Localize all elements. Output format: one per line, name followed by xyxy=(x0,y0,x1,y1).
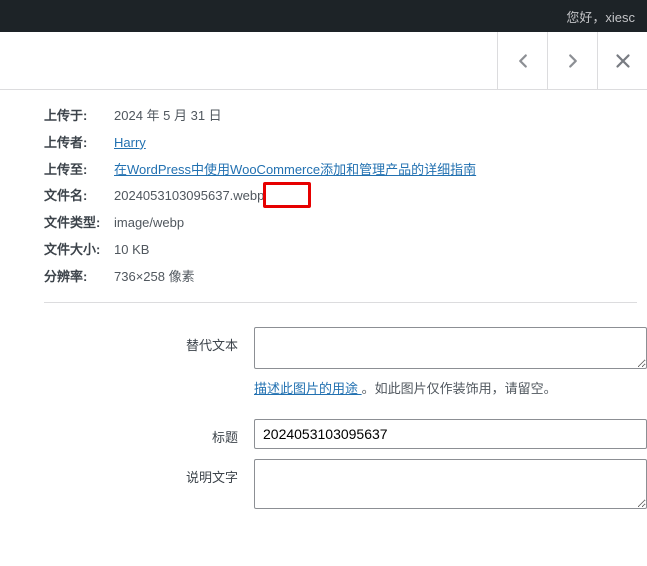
filename-label: 文件名: xyxy=(44,186,114,207)
admin-topbar: 您好，xiesc xyxy=(0,0,647,32)
chevron-right-icon xyxy=(562,50,584,72)
chevron-left-icon xyxy=(512,50,534,72)
resolution-value: 736×258 像素 xyxy=(114,267,195,288)
meta-filetype: 文件类型: image/webp xyxy=(44,213,647,234)
meta-uploaded-on: 上传于: 2024 年 5 月 31 日 xyxy=(44,106,647,127)
close-button[interactable] xyxy=(597,32,647,89)
media-nav-toolbar xyxy=(0,32,647,90)
meta-filename: 文件名: 2024053103095637.webp xyxy=(44,186,647,207)
uploaded-to-label: 上传至: xyxy=(44,160,114,181)
divider xyxy=(44,302,637,303)
filesize-value: 10 KB xyxy=(114,240,149,261)
highlight-annotation xyxy=(263,182,311,208)
caption-row: 说明文字 xyxy=(44,459,647,512)
title-row: 标题 xyxy=(44,419,647,449)
meta-uploaded-to: 上传至: 在WordPress中使用WooCommerce添加和管理产品的详细指… xyxy=(44,160,647,181)
uploaded-on-label: 上传于: xyxy=(44,106,114,127)
meta-filesize: 文件大小: 10 KB xyxy=(44,240,647,261)
close-icon xyxy=(612,50,634,72)
title-input[interactable] xyxy=(254,419,647,449)
next-button[interactable] xyxy=(547,32,597,89)
alt-text-input[interactable] xyxy=(254,327,647,369)
resolution-label: 分辨率: xyxy=(44,267,114,288)
alt-help-link[interactable]: 描述此图片的用途 xyxy=(254,381,362,396)
alt-text-label: 替代文本 xyxy=(44,327,254,354)
uploaded-on-value: 2024 年 5 月 31 日 xyxy=(114,106,222,127)
meta-uploader: 上传者: Harry xyxy=(44,133,647,154)
uploader-label: 上传者: xyxy=(44,133,114,154)
greeting-text: 您好，xiesc xyxy=(566,7,635,26)
uploaded-to-link[interactable]: 在WordPress中使用WooCommerce添加和管理产品的详细指南 xyxy=(114,162,476,177)
uploader-link[interactable]: Harry xyxy=(114,135,146,150)
prev-button[interactable] xyxy=(497,32,547,89)
attachment-details: 上传于: 2024 年 5 月 31 日 上传者: Harry 上传至: 在Wo… xyxy=(0,90,647,512)
alt-text-row: 替代文本 描述此图片的用途 。如此图片仅作装饰用，请留空。 xyxy=(44,327,647,409)
caption-input[interactable] xyxy=(254,459,647,509)
alt-help-rest: 。如此图片仅作装饰用，请留空。 xyxy=(362,381,557,396)
title-label: 标题 xyxy=(44,419,254,446)
caption-label: 说明文字 xyxy=(44,459,254,486)
filesize-label: 文件大小: xyxy=(44,240,114,261)
filename-value: 2024053103095637.webp xyxy=(114,188,264,203)
filetype-value: image/webp xyxy=(114,213,184,234)
filetype-label: 文件类型: xyxy=(44,213,114,234)
alt-help-text: 描述此图片的用途 。如此图片仅作装饰用，请留空。 xyxy=(254,378,647,397)
meta-resolution: 分辨率: 736×258 像素 xyxy=(44,267,647,288)
